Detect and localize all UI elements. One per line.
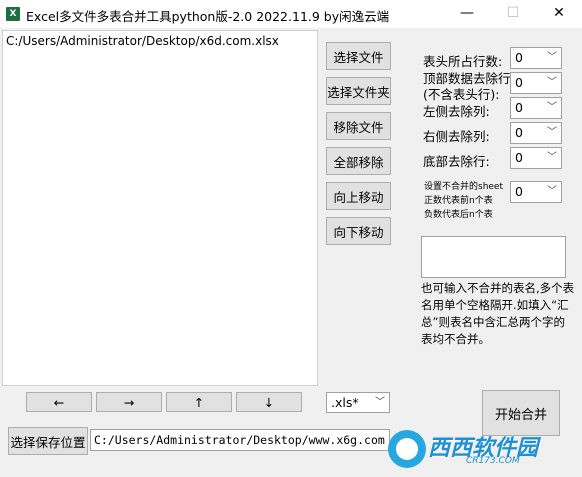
save-path-field[interactable]: C:/Users/Administrator/Desktop/www.x6g.c… — [90, 429, 390, 451]
move-up-button[interactable]: 向上移动 — [326, 182, 391, 210]
watermark-logo: 西西软件园 CR173.COM — [388, 428, 578, 470]
watermark-url: CR173.COM — [466, 456, 520, 466]
maximize-button[interactable]: ☐ — [490, 0, 536, 28]
top-remove-select[interactable]: 0 ﹀ — [510, 72, 562, 94]
file-listbox[interactable]: C:/Users/Administrator/Desktop/x6d.com.x… — [2, 30, 318, 386]
sheet-skip-label-line1: 设置不合并的sheet — [424, 182, 503, 192]
file-extension-select[interactable]: .xls* ﹀ — [326, 392, 390, 413]
right-cols-value: 0 — [515, 125, 523, 140]
file-extension-value: .xls* — [331, 395, 359, 410]
remove-all-button[interactable]: 全部移除 — [326, 147, 391, 175]
right-cols-select[interactable]: 0 ﹀ — [510, 122, 562, 144]
close-button[interactable]: ✕ — [536, 0, 582, 28]
header-rows-select[interactable]: 0 ﹀ — [510, 47, 562, 69]
chevron-down-icon: ﹀ — [547, 186, 557, 197]
minimize-button[interactable]: — — [444, 0, 490, 28]
left-cols-label: 左侧去除列: — [423, 104, 490, 119]
chevron-down-icon: ﹀ — [547, 52, 557, 63]
file-list-item[interactable]: C:/Users/Administrator/Desktop/x6d.com.x… — [6, 34, 279, 48]
window-title: Excel多文件多表合并工具python版-2.0 2022.11.9 by闲逸… — [26, 9, 390, 24]
bottom-rows-value: 0 — [515, 150, 523, 165]
sheet-skip-label-line3: 负数代表后n个表 — [424, 210, 493, 220]
chevron-down-icon: ﹀ — [547, 102, 557, 113]
chevron-down-icon: ﹀ — [547, 77, 557, 88]
sheet-skip-label-line2: 正数代表前n个表 — [424, 196, 493, 206]
left-cols-value: 0 — [515, 100, 523, 115]
arrow-up-button[interactable]: ↑ — [166, 392, 232, 412]
bottom-rows-select[interactable]: 0 ﹀ — [510, 147, 562, 169]
chevron-down-icon: ﹀ — [547, 127, 557, 138]
bottom-rows-label: 底部去除行: — [423, 154, 490, 169]
chevron-down-icon: ﹀ — [547, 152, 557, 163]
watermark-circle-icon — [388, 430, 426, 468]
sheet-skip-value: 0 — [515, 184, 523, 199]
move-down-button[interactable]: 向下移动 — [326, 217, 391, 245]
left-cols-select[interactable]: 0 ﹀ — [510, 97, 562, 119]
arrow-down-button[interactable]: ↓ — [236, 392, 302, 412]
select-file-button[interactable]: 选择文件 — [326, 42, 391, 70]
sheet-skip-select[interactable]: 0 ﹀ — [510, 181, 562, 203]
arrow-left-button[interactable]: ← — [26, 392, 92, 412]
top-remove-value: 0 — [515, 75, 523, 90]
chevron-down-icon: ﹀ — [375, 397, 385, 408]
title-bar: X Excel多文件多表合并工具python版-2.0 2022.11.9 by… — [0, 0, 582, 28]
sheet-name-input[interactable] — [421, 236, 566, 278]
remove-file-button[interactable]: 移除文件 — [326, 112, 391, 140]
arrow-right-button[interactable]: → — [96, 392, 162, 412]
select-folder-button[interactable]: 选择文件夹 — [326, 77, 391, 105]
right-cols-label: 右侧去除列: — [423, 129, 490, 144]
header-rows-value: 0 — [515, 50, 523, 65]
select-save-location-button[interactable]: 选择保存位置 — [8, 427, 88, 455]
sheet-name-hint: 也可输入不合并的表名,多个表名用单个空格隔开.如填入“汇总”则表名中含汇总两个字… — [421, 281, 575, 346]
excel-app-icon: X — [6, 7, 20, 21]
